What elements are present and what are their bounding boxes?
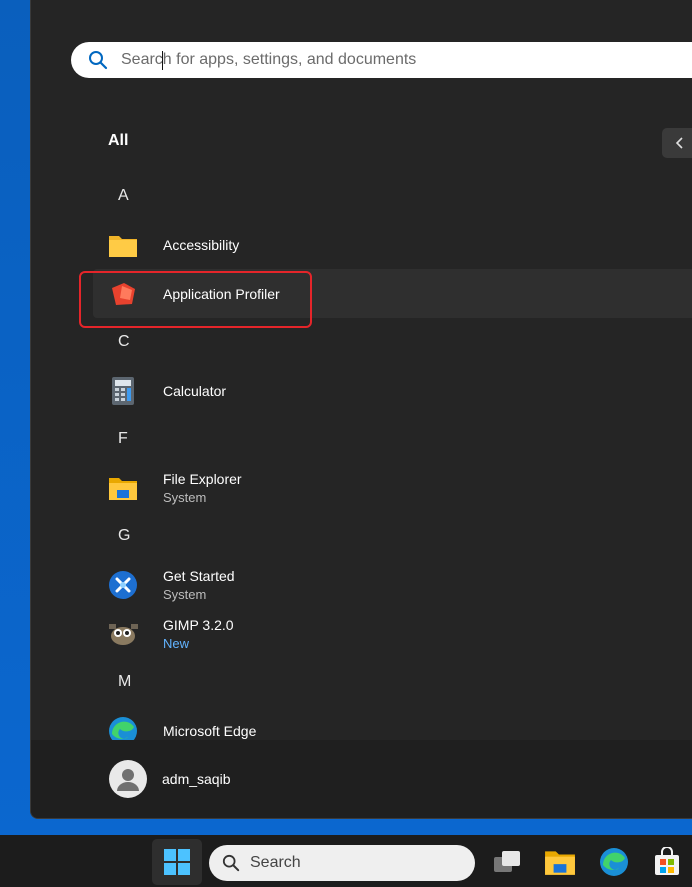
- app-subtitle: System: [163, 586, 207, 602]
- user-name[interactable]: adm_saqib: [162, 771, 231, 787]
- app-name: Accessibility: [163, 236, 240, 253]
- search-icon: [222, 854, 240, 872]
- file-explorer-icon: [545, 851, 575, 875]
- file-explorer-icon: [107, 472, 139, 504]
- all-apps-title: All: [108, 132, 129, 149]
- text-caret: [162, 51, 163, 70]
- app-name: Get Started: [163, 567, 235, 584]
- app-name: GIMP 3.2.0: [163, 616, 234, 633]
- section-letter-f[interactable]: F: [93, 415, 692, 463]
- app-item-file-explorer[interactable]: File Explorer System: [93, 463, 692, 512]
- app-item-get-started[interactable]: Get Started System: [93, 560, 692, 609]
- store-icon: [655, 847, 679, 875]
- taskbar-search-label: Search: [250, 854, 301, 871]
- app-name: Calculator: [163, 382, 227, 399]
- edge-taskbar-button[interactable]: [597, 845, 631, 879]
- new-badge: New: [163, 635, 190, 651]
- start-menu: All A Accessibility Application Profiler…: [30, 0, 692, 819]
- task-view-button[interactable]: [490, 845, 524, 879]
- edge-icon: [600, 848, 628, 876]
- task-view-icon: [494, 851, 520, 872]
- store-taskbar-button[interactable]: [650, 845, 684, 879]
- selection-highlight: [79, 271, 312, 328]
- user-bar: adm_saqib: [31, 740, 692, 818]
- all-apps-list: A Accessibility Application Profiler C C…: [93, 172, 692, 755]
- start-search-box[interactable]: [71, 42, 692, 78]
- windows-logo-icon: [164, 849, 190, 875]
- chevron-left-icon: [675, 137, 683, 149]
- app-item-calculator[interactable]: Calculator: [93, 366, 692, 415]
- app-name: File Explorer: [163, 470, 242, 487]
- start-button[interactable]: [152, 839, 202, 885]
- app-item-accessibility[interactable]: Accessibility: [93, 220, 692, 269]
- user-icon: [117, 769, 139, 791]
- get-started-icon: [107, 569, 139, 601]
- app-subtitle: System: [163, 489, 207, 505]
- section-letter-g[interactable]: G: [93, 512, 692, 560]
- search-input[interactable]: [119, 50, 683, 70]
- back-button[interactable]: [662, 128, 692, 158]
- taskbar: Search: [0, 835, 692, 887]
- app-name: Microsoft Edge: [163, 722, 257, 739]
- calculator-icon: [107, 375, 139, 407]
- gimp-icon: [107, 618, 139, 650]
- file-explorer-taskbar-button[interactable]: [543, 845, 577, 879]
- section-letter-a[interactable]: A: [93, 172, 692, 220]
- folder-icon: [107, 229, 139, 261]
- section-letter-m[interactable]: M: [93, 658, 692, 706]
- search-icon: [87, 49, 109, 71]
- avatar[interactable]: [109, 760, 147, 798]
- app-item-gimp[interactable]: GIMP 3.2.0 New: [93, 609, 692, 658]
- taskbar-search[interactable]: Search: [209, 845, 475, 881]
